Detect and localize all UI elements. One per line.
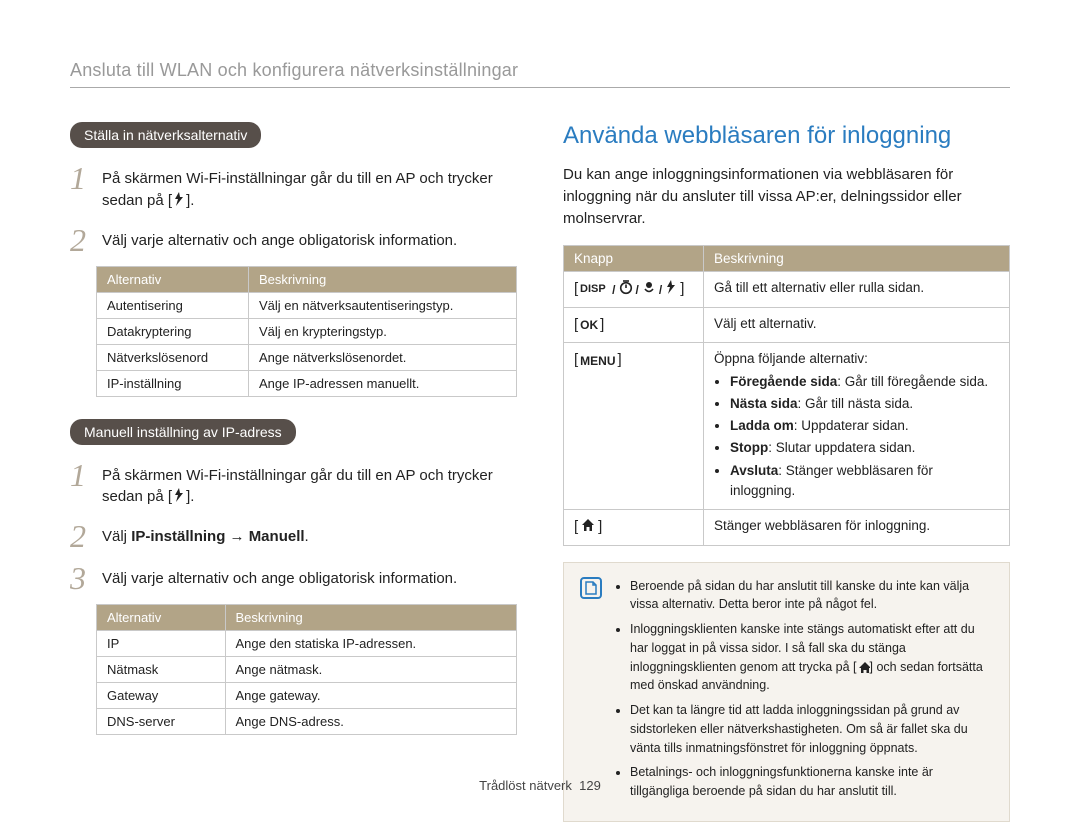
- step-text-before: På skärmen Wi-Fi-inställningar går du ti…: [102, 170, 493, 209]
- list-item: Avsluta: Stänger webbläsaren för inloggn…: [730, 461, 999, 502]
- section-heading-manual-ip: Manuell inställning av IP-adress: [70, 419, 296, 445]
- home-icon: [580, 517, 596, 538]
- table-row: [] Stänger webbläsaren för inloggning.: [564, 510, 1010, 546]
- step-number: 1: [70, 162, 92, 214]
- cell-desc: Välj ett alternativ.: [704, 307, 1010, 343]
- table-buttons: Knapp Beskrivning [ /// ] Gå till ett al…: [563, 245, 1010, 545]
- table-row: IP-inställningAnge IP-adressen manuellt.: [97, 370, 517, 396]
- list-item: Ladda om: Uppdaterar sidan.: [730, 416, 999, 436]
- step-text-after: ].: [186, 192, 194, 209]
- keycap-menu: [MENU]: [574, 349, 622, 372]
- step-text: På skärmen Wi-Fi-inställningar går du ti…: [102, 459, 517, 511]
- disp-icon: [580, 280, 610, 299]
- table-row: DatakrypteringVälj en krypteringstyp.: [97, 318, 517, 344]
- step-1-2: 2 Välj varje alternativ och ange obligat…: [70, 224, 517, 256]
- keycap-ok: [OK]: [574, 314, 604, 337]
- th-alternativ: Alternativ: [97, 605, 226, 631]
- right-column: Använda webbläsaren för inloggning Du ka…: [563, 122, 1010, 822]
- step-2-1: 1 På skärmen Wi-Fi-inställningar går du …: [70, 459, 517, 511]
- page-footer: Trådlöst nätverk 129: [0, 778, 1080, 793]
- step-1-1: 1 På skärmen Wi-Fi-inställningar går du …: [70, 162, 517, 214]
- table-network-options: Alternativ Beskrivning AutentiseringVälj…: [96, 266, 517, 397]
- keycap-home: []: [574, 516, 602, 539]
- footer-page-number: 129: [579, 778, 601, 793]
- table-ip-options: Alternativ Beskrivning IPAnge den statis…: [96, 604, 517, 735]
- step-text: Välj IP-inställning → Manuell.: [102, 520, 309, 552]
- th-knapp: Knapp: [564, 246, 704, 272]
- th-beskrivning: Beskrivning: [225, 605, 517, 631]
- list-item: Föregående sida: Går till föregående sid…: [730, 372, 999, 392]
- table-row: AutentiseringVälj en nätverksautentiseri…: [97, 292, 517, 318]
- flash-icon: [172, 191, 186, 214]
- table-row: [OK] Välj ett alternativ.: [564, 307, 1010, 343]
- home-icon: [857, 660, 870, 673]
- table-row: IPAnge den statiska IP-adressen.: [97, 631, 517, 657]
- footer-section: Trådlöst nätverk: [479, 778, 572, 793]
- section-title-browser-login: Använda webbläsaren för inloggning: [563, 122, 1010, 150]
- menu-intro: Öppna följande alternativ:: [714, 351, 868, 366]
- breadcrumb: Ansluta till WLAN och konfigurera nätver…: [70, 60, 1010, 88]
- macro-icon: [641, 279, 657, 300]
- step-text-before: Välj: [102, 528, 131, 545]
- table-row: DNS-serverAnge DNS-adress.: [97, 709, 517, 735]
- step-text: Välj varje alternativ och ange obligator…: [102, 224, 457, 256]
- step-2-2: 2 Välj IP-inställning → Manuell.: [70, 520, 517, 552]
- th-beskrivning: Beskrivning: [704, 246, 1010, 272]
- step-number: 3: [70, 562, 92, 594]
- step-text-after: ].: [186, 488, 194, 505]
- step-number: 1: [70, 459, 92, 511]
- left-column: Ställa in nätverksalternativ 1 På skärme…: [70, 122, 517, 822]
- section-heading-network-options: Ställa in nätverksalternativ: [70, 122, 261, 148]
- step-text-after: .: [305, 528, 309, 545]
- cell-desc-menu: Öppna följande alternativ: Föregående si…: [704, 343, 1010, 510]
- step-text: På skärmen Wi-Fi-inställningar går du ti…: [102, 162, 517, 214]
- list-item: Inloggningsklienten kanske inte stängs a…: [630, 620, 993, 695]
- note-icon: [580, 577, 602, 599]
- keycap-nav: [ /// ]: [574, 278, 684, 301]
- step-text-before: På skärmen Wi-Fi-inställningar går du ti…: [102, 467, 493, 506]
- flash-icon: [664, 279, 678, 300]
- th-beskrivning: Beskrivning: [248, 266, 516, 292]
- step-2-3: 3 Välj varje alternativ och ange obligat…: [70, 562, 517, 594]
- table-row: NätmaskAnge nätmask.: [97, 657, 517, 683]
- cell-desc: Stänger webbläsaren för inloggning.: [704, 510, 1010, 546]
- section-intro: Du kan ange inloggningsinformationen via…: [563, 164, 1010, 229]
- list-item: Det kan ta längre tid att ladda inloggni…: [630, 701, 993, 757]
- table-row: [ /// ] Gå till ett alternativ eller rul…: [564, 272, 1010, 308]
- cell-desc: Gå till ett alternativ eller rulla sidan…: [704, 272, 1010, 308]
- step-number: 2: [70, 224, 92, 256]
- timer-icon: [618, 279, 634, 300]
- list-item: Nästa sida: Går till nästa sida.: [730, 394, 999, 414]
- step-text-bold: IP-inställning → Manuell: [131, 528, 304, 545]
- step-number: 2: [70, 520, 92, 552]
- list-item: Stopp: Slutar uppdatera sidan.: [730, 438, 999, 458]
- table-row: NätverkslösenordAnge nätverkslösenordet.: [97, 344, 517, 370]
- step-text: Välj varje alternativ och ange obligator…: [102, 562, 457, 594]
- list-item: Beroende på sidan du har anslutit till k…: [630, 577, 993, 615]
- table-row: [MENU] Öppna följande alternativ: Föregå…: [564, 343, 1010, 510]
- th-alternativ: Alternativ: [97, 266, 249, 292]
- flash-icon: [172, 487, 186, 510]
- table-row: GatewayAnge gateway.: [97, 683, 517, 709]
